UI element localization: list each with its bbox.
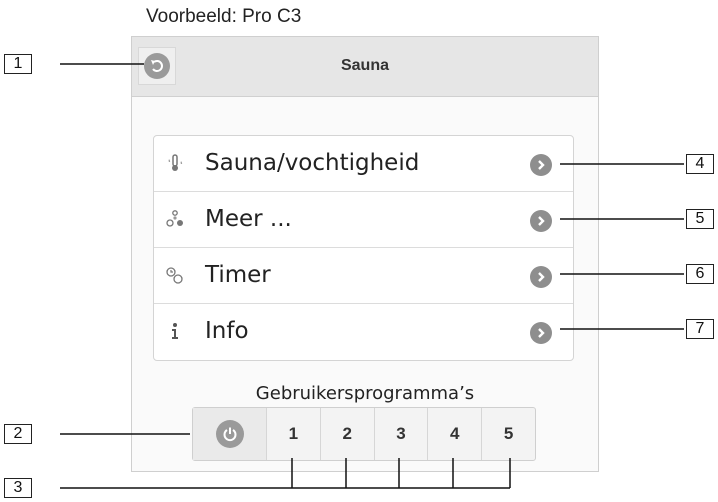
callout-lines [60,63,684,489]
callout-5: 5 [686,209,714,229]
callout-3: 3 [4,478,32,498]
callout-6: 6 [686,264,714,284]
callout-4: 4 [686,154,714,174]
callout-1: 1 [4,54,32,74]
callout-7: 7 [686,319,714,339]
callout-2: 2 [4,424,32,444]
